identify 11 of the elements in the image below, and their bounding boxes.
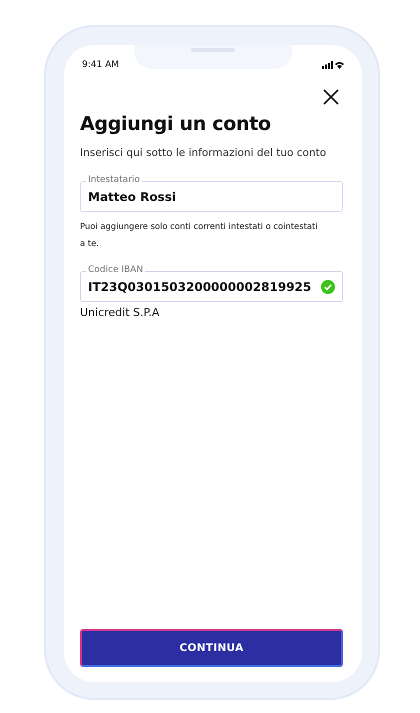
field-hint: Puoi aggiungere solo conti correnti intestati o cointestati a te.: [80, 220, 319, 250]
status-time: 9:41 AM: [82, 60, 119, 70]
continue-button[interactable]: CONTINUA: [80, 629, 343, 667]
page-title: Aggiungi un conto: [80, 113, 272, 135]
page-subtitle: Inserisci qui sotto le informazioni del tuo conto: [80, 147, 328, 159]
field-hint: Unicredit S.P.A: [80, 306, 160, 319]
input-field[interactable]: Codice IBAN IT23Q0301503200000002819925: [80, 264, 343, 302]
close-icon[interactable]: [323, 89, 339, 105]
check-icon: [321, 280, 335, 294]
signal-wifi-icon: [322, 61, 344, 69]
input-field[interactable]: Intestatario Matteo Rossi: [80, 174, 343, 212]
